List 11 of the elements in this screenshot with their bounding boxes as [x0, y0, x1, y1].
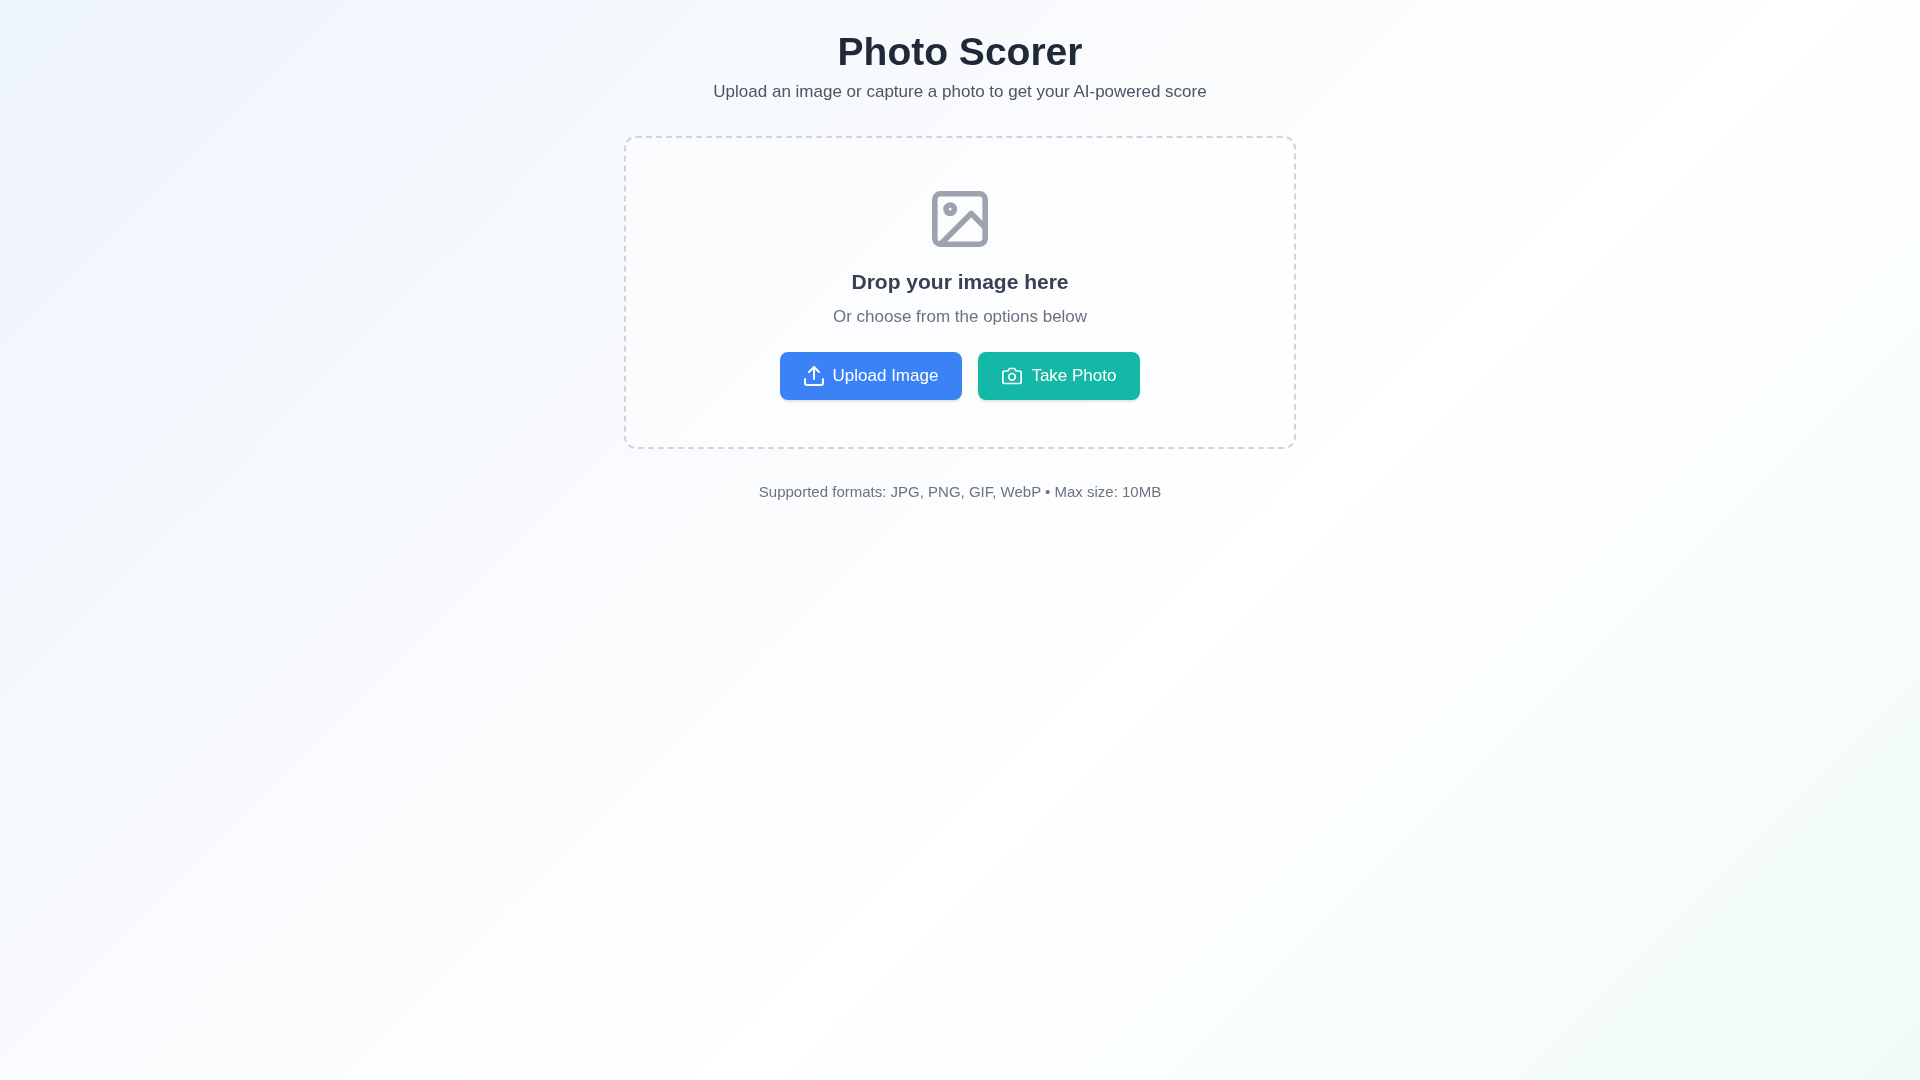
take-photo-button[interactable]: Take Photo [978, 352, 1141, 400]
formats-note: Supported formats: JPG, PNG, GIF, WebP • Max size: 10MB [758, 482, 1162, 502]
page-subtitle: Upload an image or capture a photo to get your AI-powered score [713, 81, 1207, 103]
drop-zone[interactable]: Drop your image here Or choose from the options below Upload Image Take Photo [624, 136, 1296, 449]
image-icon [932, 191, 988, 247]
upload-button[interactable]: Upload Image [779, 352, 963, 400]
page-title: Photo Scorer [837, 32, 1083, 72]
camera-icon [1002, 366, 1023, 386]
upload-icon [803, 366, 824, 386]
drop-hint: Or choose from the options below [832, 306, 1088, 328]
drop-heading: Drop your image here [851, 269, 1069, 295]
